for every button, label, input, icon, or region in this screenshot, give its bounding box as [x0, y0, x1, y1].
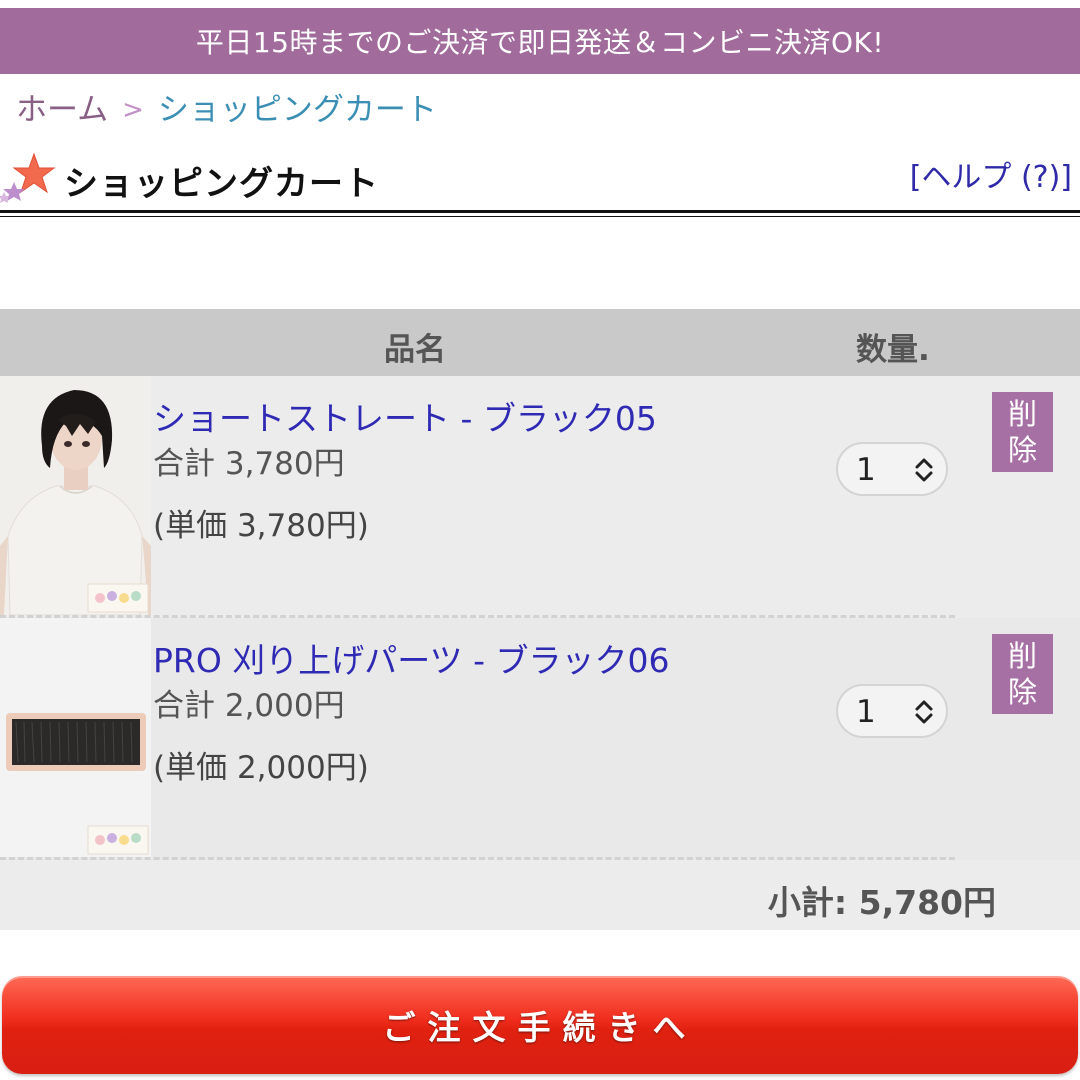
header-rule-thin — [0, 216, 1080, 217]
column-header-name: 品名 — [384, 332, 446, 368]
product-name-link[interactable]: PRO 刈り上げパーツ - ブラック06 — [153, 634, 670, 682]
column-header-qty: 数量. — [856, 332, 930, 368]
chevron-up-down-icon — [915, 458, 933, 482]
page-title: ショッピングカート — [64, 164, 379, 204]
product-name-link[interactable]: ショートストレート - ブラック05 — [153, 392, 657, 440]
star-icon — [0, 152, 56, 203]
item-total: 合計 2,000円 — [153, 688, 345, 724]
subtotal-bar: 小計: 5,780円 — [0, 860, 1080, 930]
cart-row: ショートストレート - ブラック05 合計 3,780円 (単価 3,780円)… — [0, 376, 1080, 618]
delete-button[interactable]: 削 除 — [992, 392, 1053, 472]
product-thumbnail[interactable] — [0, 376, 151, 615]
delete-label-2: 除 — [1007, 675, 1037, 709]
item-total: 合計 3,780円 — [153, 446, 345, 482]
quantity-value: 1 — [856, 452, 876, 488]
breadcrumb-home-link[interactable]: ホーム — [16, 88, 108, 132]
product-thumbnail[interactable] — [0, 618, 151, 857]
subtotal: 小計: 5,780円 — [767, 883, 996, 922]
delete-label-1: 削 — [1007, 639, 1037, 673]
delete-label-1: 削 — [1007, 397, 1037, 431]
quantity-select[interactable]: 1 — [836, 684, 948, 738]
delete-button[interactable]: 削 除 — [992, 634, 1053, 714]
chevron-up-down-icon — [915, 700, 933, 724]
help-link[interactable]: [ヘルプ (?)] — [910, 152, 1072, 196]
breadcrumb-current: ショッピングカート — [157, 92, 437, 128]
page-header: ショッピングカート [ヘルプ (?)] — [0, 150, 1080, 208]
quantity-select[interactable]: 1 — [836, 442, 948, 496]
delete-label-2: 除 — [1007, 433, 1037, 467]
wig-model-icon — [0, 376, 151, 615]
item-unit-price: (単価 2,000円) — [153, 750, 369, 786]
banner-text: 平日15時までのご決済で即日発送＆コンビニ決済OK! — [195, 26, 885, 59]
cart-table-header: 品名 数量. — [0, 309, 1080, 376]
hair-part-icon — [0, 618, 151, 857]
breadcrumb-separator: > — [122, 95, 144, 125]
cart-row: PRO 刈り上げパーツ - ブラック06 合計 2,000円 (単価 2,000… — [0, 618, 1080, 860]
checkout-button[interactable]: ご注文手続きへ — [2, 976, 1078, 1074]
breadcrumb: ホーム > ショッピングカート — [16, 88, 437, 132]
item-unit-price: (単価 3,780円) — [153, 508, 369, 544]
quantity-value: 1 — [856, 694, 876, 730]
header-rule — [0, 210, 1080, 213]
top-banner: 平日15時までのご決済で即日発送＆コンビニ決済OK! — [0, 8, 1080, 74]
